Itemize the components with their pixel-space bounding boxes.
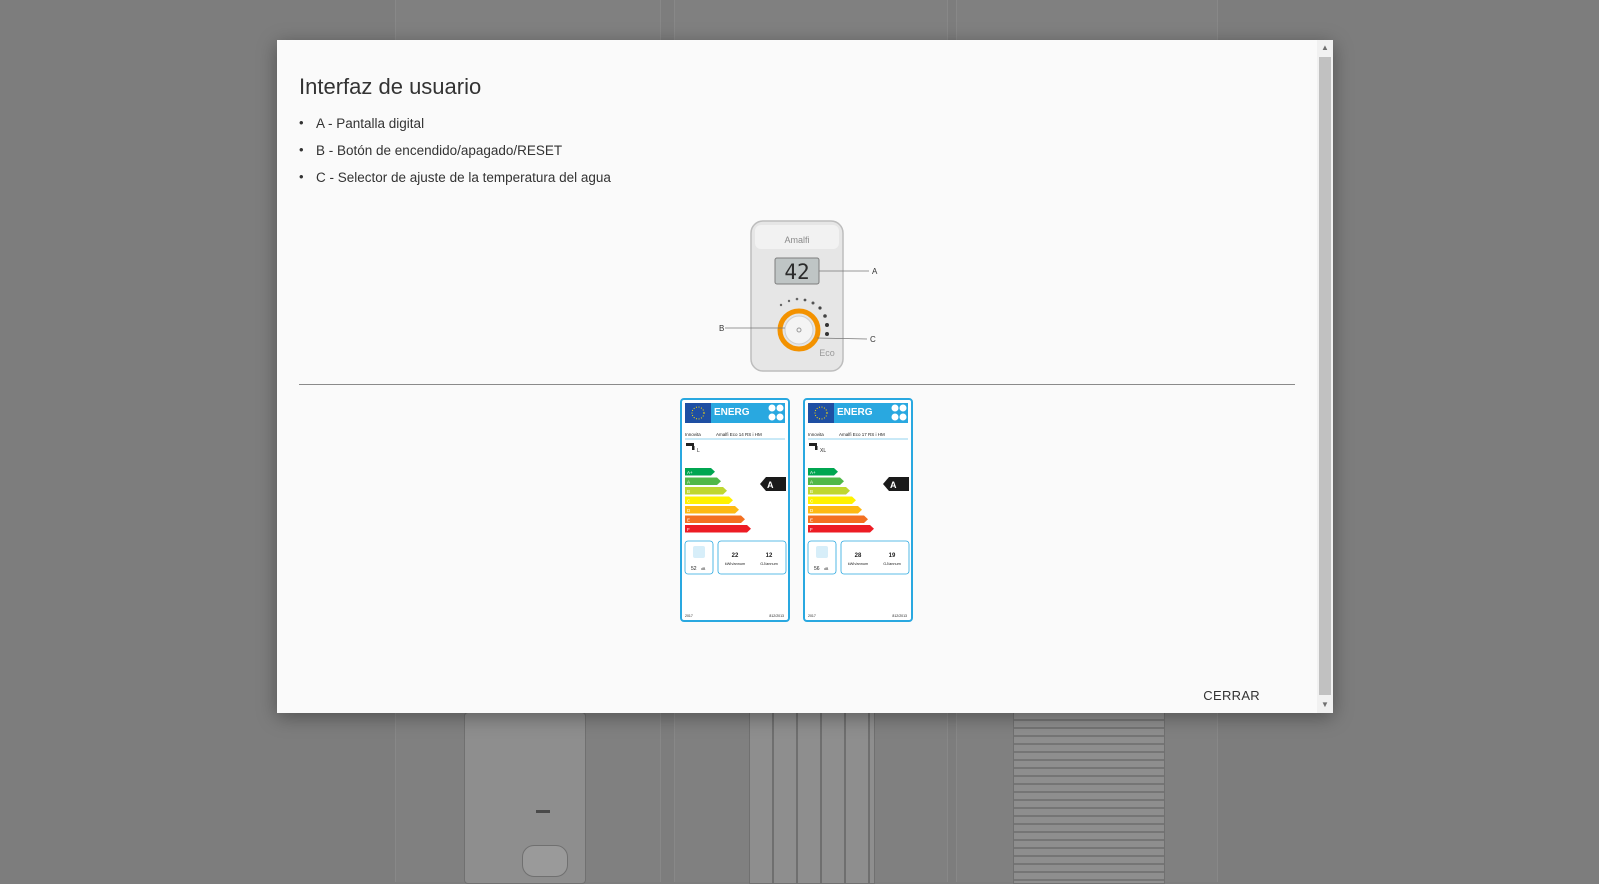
user-interface-modal: Interfaz de usuario A - Pantalla digital…	[277, 40, 1333, 713]
eu-flag-icon	[685, 403, 711, 423]
gj-unit: GJ/annum	[760, 562, 778, 566]
label-year: 2017	[685, 614, 693, 618]
label-title: ENERG	[837, 407, 873, 418]
scroll-thumb[interactable]	[1319, 57, 1331, 695]
energy-class-bar	[685, 496, 733, 504]
label-supplier: Innovita	[685, 432, 701, 437]
label-regulation: 812/2013	[769, 614, 784, 618]
label-year: 2017	[808, 614, 816, 618]
energy-label-card-1: ENERG Innovita Amalfi Eco 14 RS i HM L A…	[680, 398, 790, 622]
energy-class-bar	[685, 506, 739, 514]
label-title: ENERG	[714, 407, 750, 418]
kwh-unit: kWh/annum	[848, 562, 868, 566]
section-divider	[299, 384, 1295, 385]
eu-flag-icon	[808, 403, 834, 423]
tap-icon	[809, 443, 817, 446]
feature-item-a: A - Pantalla digital	[299, 114, 611, 142]
gj-value: 19	[889, 553, 896, 559]
device-brand: Amalfi	[784, 235, 809, 245]
callout-c-label: C	[870, 335, 876, 344]
water-heater-knob	[522, 845, 568, 877]
label-model: Amalfi Eco 17 RS i HM	[839, 432, 885, 437]
energy-class-label: B	[687, 489, 690, 494]
rating-value: A	[890, 480, 897, 490]
callout-b-label: B	[719, 324, 724, 333]
energy-class-label: A+	[687, 470, 693, 475]
gj-value: 12	[766, 553, 773, 559]
towel-rail-image	[1013, 712, 1165, 884]
noise-value: 56	[814, 566, 820, 572]
energy-class-label: B	[810, 489, 813, 494]
energy-class-bar	[685, 525, 751, 533]
scroll-down-arrow-icon[interactable]: ▼	[1317, 697, 1333, 713]
label-regulation: 812/2013	[892, 614, 907, 618]
feature-item-b: B - Botón de encendido/apagado/RESET	[299, 141, 611, 169]
energy-class-label: E	[810, 517, 813, 522]
energy-class-label: A+	[810, 470, 816, 475]
close-button[interactable]: CERRAR	[1203, 688, 1260, 703]
feature-list: A - Pantalla digital B - Botón de encend…	[299, 114, 611, 196]
energy-class-bar	[685, 515, 745, 523]
energy-class-bar	[808, 496, 856, 504]
speaker-icon	[693, 546, 705, 558]
energy-class-bar	[808, 477, 844, 485]
modal-scrollbar[interactable]: ▲ ▼	[1317, 40, 1333, 713]
noise-unit: dB	[824, 567, 829, 571]
energy-class-bar	[808, 515, 868, 523]
label-model: Amalfi Eco 14 RS i HM	[716, 432, 762, 437]
energy-class-bar	[685, 487, 727, 495]
eco-label: Eco	[819, 348, 835, 358]
modal-title: Interfaz de usuario	[299, 74, 482, 99]
label-supplier: Innovita	[808, 432, 824, 437]
feature-item-c: C - Selector de ajuste de la temperatura…	[299, 168, 611, 196]
thermostat-device-image: Amalfi 42 A B C Eco	[719, 220, 878, 372]
water-heater-slot	[536, 810, 550, 813]
energy-class-label: A	[687, 479, 690, 484]
energy-class-bar	[808, 487, 850, 495]
noise-unit: dB	[701, 567, 706, 571]
noise-value: 52	[691, 566, 697, 572]
energy-class-bar	[808, 525, 874, 533]
modal-content: Interfaz de usuario A - Pantalla digital…	[299, 40, 1295, 713]
energy-class-label: F	[810, 527, 813, 532]
speaker-icon	[816, 546, 828, 558]
gj-unit: GJ/annum	[883, 562, 901, 566]
energy-class-label: E	[687, 517, 690, 522]
energy-class-label: A	[810, 479, 813, 484]
label-load-profile: XL	[820, 448, 826, 454]
power-button	[784, 315, 814, 345]
radiator-image	[749, 712, 875, 884]
tap-icon	[686, 443, 694, 446]
kwh-value: 28	[855, 553, 862, 559]
energy-label-card-2: ENERG Innovita Amalfi Eco 17 RS i HM XL …	[803, 398, 913, 622]
callout-a-label: A	[872, 267, 878, 276]
energy-labels: ENERG Innovita Amalfi Eco 14 RS i HM L A…	[299, 398, 1295, 628]
label-load-profile: L	[697, 448, 700, 454]
scroll-up-arrow-icon[interactable]: ▲	[1317, 40, 1333, 56]
display-value: 42	[784, 260, 809, 284]
kwh-value: 22	[732, 553, 739, 559]
kwh-unit: kWh/annum	[725, 562, 745, 566]
energy-class-bar	[685, 477, 721, 485]
energy-class-label: F	[687, 527, 690, 532]
rating-value: A	[767, 480, 774, 490]
energy-class-bar	[808, 506, 862, 514]
